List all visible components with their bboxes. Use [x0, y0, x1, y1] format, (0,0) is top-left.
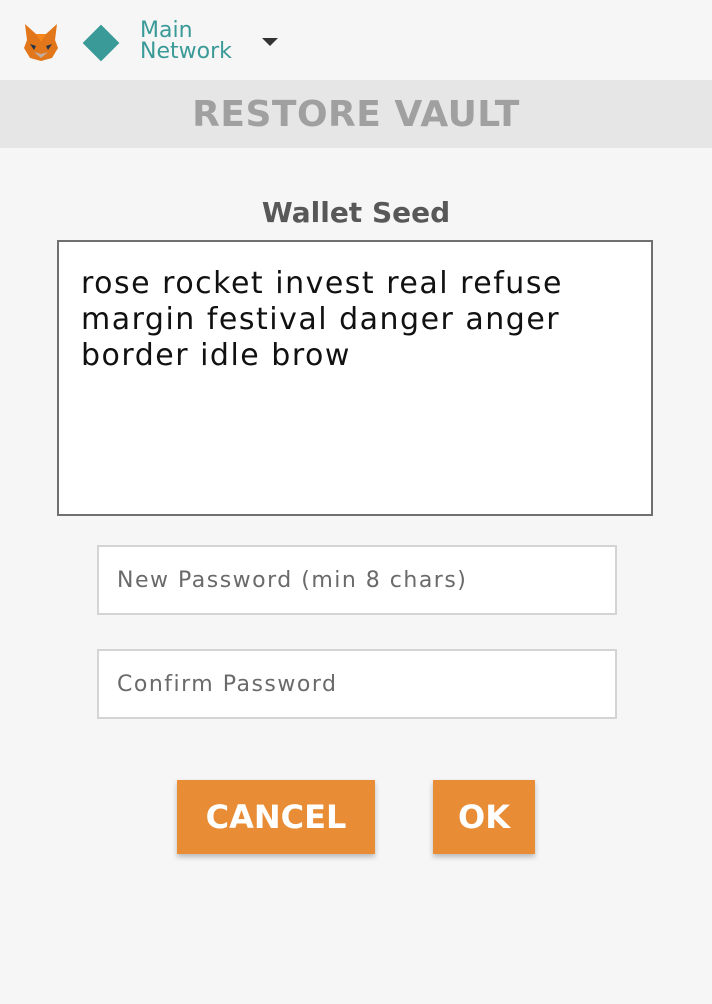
title-bar: RESTORE VAULT: [0, 80, 712, 148]
metamask-fox-icon: [24, 24, 58, 61]
wallet-seed-label: Wallet Seed: [261, 196, 451, 229]
new-password-input[interactable]: New Password (min 8 chars): [97, 545, 617, 615]
page-title: RESTORE VAULT: [192, 93, 520, 135]
network-indicator-icon[interactable]: [82, 24, 120, 62]
cancel-button[interactable]: CANCEL: [177, 780, 375, 854]
ok-button[interactable]: OK: [433, 780, 535, 854]
chevron-down-icon[interactable]: [262, 38, 278, 46]
network-name[interactable]: Main Network: [140, 20, 270, 63]
confirm-password-input[interactable]: Confirm Password: [97, 649, 617, 719]
header: Main Network: [0, 0, 712, 80]
wallet-seed-textarea[interactable]: rose rocket invest real refuse margin fe…: [57, 240, 653, 516]
